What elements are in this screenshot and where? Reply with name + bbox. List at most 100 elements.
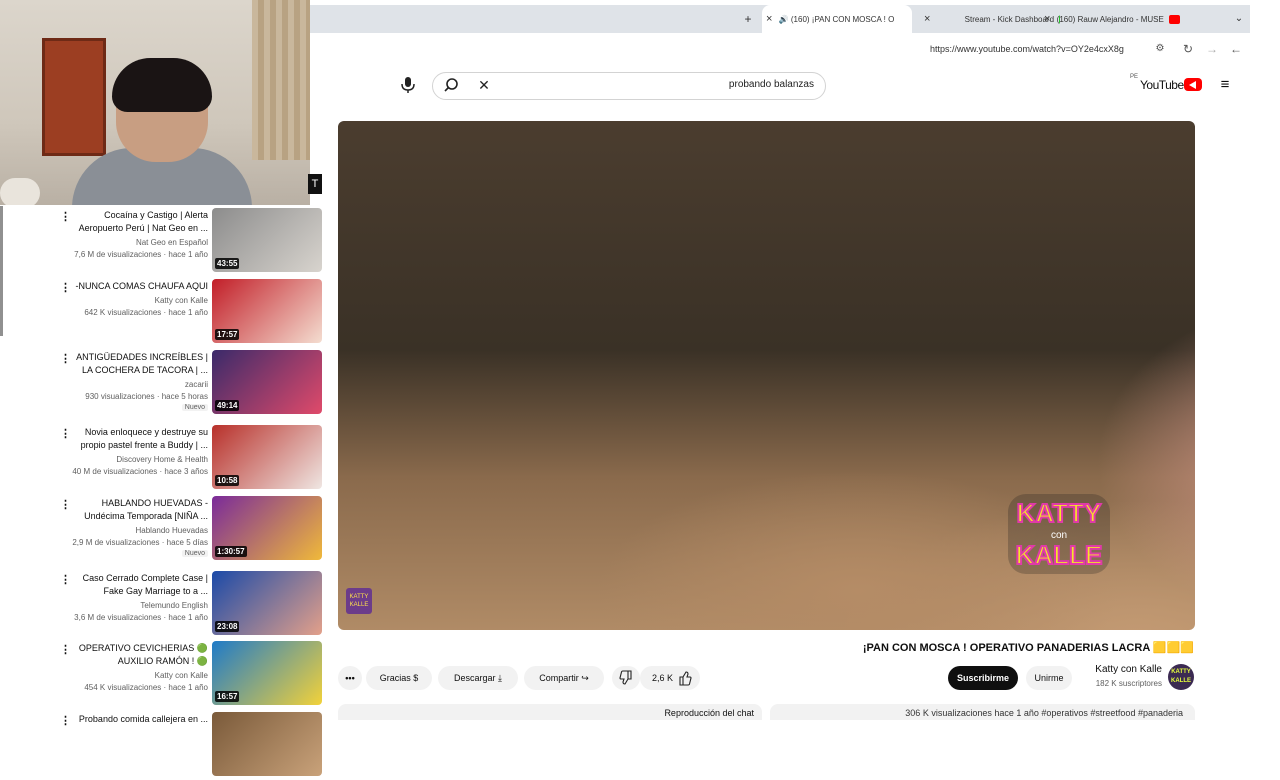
thumbs-up-icon <box>678 666 692 699</box>
download-label: Descargar <box>453 673 496 683</box>
share-label: Compartir <box>539 673 579 683</box>
recommendation-title[interactable]: ANTIGÜEDADES INCREÍBLES | LA COCHERA DE … <box>70 351 208 377</box>
recommendation-title[interactable]: Cocaína y Castigo | Alerta Aeropuerto Pe… <box>70 209 208 235</box>
super-thanks-icon: $ <box>413 673 419 683</box>
video-thumbnail[interactable]: 43:55 <box>212 208 322 272</box>
tab-label: Stream - Kick Dashboard <box>964 15 1055 24</box>
tab-close-icon[interactable]: × <box>766 5 772 33</box>
kick-favicon-icon <box>1059 15 1060 25</box>
recommendation-item[interactable]: 49:14 ⋮ ANTIGÜEDADES INCREÍBLES | LA COCHE… <box>50 350 322 418</box>
hamburger-menu-icon[interactable]: ≡ <box>1216 76 1234 94</box>
recommendation-title[interactable]: OPERATIVO CEVICHERIAS 🟢 AUXILIO RAMÓN ! … <box>70 642 208 668</box>
more-options-icon[interactable]: ⋮ <box>60 498 71 512</box>
recommendation-meta: 2,9 M de visualizaciones · hace 5 días <box>72 538 208 547</box>
tab-rauw[interactable]: × (160) Rauw Alejandro - MUSE <box>1040 5 1220 33</box>
join-button[interactable]: Unirme <box>1026 666 1072 690</box>
video-title: ¡PAN CON MOSCA ! OPERATIVO PANADERIAS LA… <box>862 642 1194 654</box>
like-button[interactable]: 2,6 K <box>640 666 700 690</box>
pet <box>0 178 40 205</box>
recommendation-item[interactable]: ⋮ Probando comida callejera en ... <box>50 712 322 780</box>
more-options-icon[interactable]: ⋮ <box>60 352 71 366</box>
recommendation-meta: 3,6 M de visualizaciones · hace 1 año <box>74 613 208 622</box>
recommendation-meta: 454 K visualizaciones · hace 1 año <box>84 683 208 692</box>
subscribe-button[interactable]: Suscribirme <box>948 666 1018 690</box>
new-tab-button[interactable]: + <box>738 5 758 33</box>
thumbs-down-icon <box>619 670 633 692</box>
small-channel-logo: KATTY KALLE <box>346 588 372 614</box>
more-options-icon[interactable]: ⋮ <box>60 281 71 295</box>
youtube-logo-icon[interactable] <box>1184 78 1202 91</box>
more-options-icon[interactable]: ⋮ <box>60 427 71 441</box>
recommendation-channel[interactable]: Discovery Home & Health <box>70 455 208 464</box>
recommendation-title[interactable]: Novia enloquece y destruye su propio pas… <box>70 426 208 452</box>
duration-badge: 16:57 <box>215 691 240 702</box>
duration-badge: 43:55 <box>215 258 240 269</box>
audio-icon: 🔊 <box>778 15 789 24</box>
side-tab[interactable]: T <box>308 174 322 194</box>
recommendation-item[interactable]: 16:57 ⋮ OPERATIVO CEVICHERIAS 🟢 AUXILIO RA… <box>50 641 322 709</box>
mic-icon[interactable] <box>398 74 418 96</box>
recommendation-title[interactable]: HABLANDO HUEVADAS - Undécima Temporada [… <box>70 497 208 523</box>
video-thumbnail[interactable]: 49:14 <box>212 350 322 414</box>
curtain <box>252 0 310 160</box>
more-options-icon[interactable]: ⋮ <box>60 714 71 728</box>
recommendation-item[interactable]: 10:58 ⋮ Novia enloquece y destruye su prop… <box>50 425 322 493</box>
recommendation-channel[interactable]: Hablando Huevadas <box>70 526 209 535</box>
recommendation-title[interactable]: -NUNCA COMAS CHAUFA AQUI <box>70 280 208 293</box>
tab-label: (160) Rauw Alejandro - MUSE <box>1056 15 1164 24</box>
description-box[interactable]: 306 K visualizaciones hace 1 año #operat… <box>770 704 1195 720</box>
search-icon[interactable] <box>442 74 464 96</box>
channel-watermark-logo: KATTY con KALLE <box>1004 488 1114 580</box>
more-options-icon[interactable]: ⋮ <box>60 573 71 587</box>
more-actions-button[interactable]: ••• <box>338 666 362 690</box>
recommendation-title[interactable]: Caso Cerrado Complete Case | Fake Gay Ma… <box>70 572 208 598</box>
back-icon[interactable]: ← <box>1228 40 1244 58</box>
share-button[interactable]: Compartir ↪ <box>524 666 604 690</box>
left-edge-bar <box>0 206 3 336</box>
recommendation-item[interactable]: 23:08 ⋮ Caso Cerrado Complete Case | Fake … <box>50 571 322 639</box>
subscriber-count: 182 K suscriptores <box>1095 679 1162 688</box>
thanks-label: Gracias <box>379 673 411 683</box>
recommendation-channel[interactable]: Telemundo English <box>70 601 208 610</box>
forward-icon[interactable]: → <box>1204 40 1220 58</box>
video-thumbnail[interactable] <box>212 712 322 776</box>
channel-avatar[interactable]: KATTY KALLE <box>1168 664 1194 690</box>
recommendation-item[interactable]: 17:57 ⋮ -NUNCA COMAS CHAUFA AQUI Katty con … <box>50 279 322 347</box>
youtube-logo-text[interactable]: YouTube <box>1140 76 1184 94</box>
tab-close-icon[interactable]: × <box>924 5 930 33</box>
clear-search-icon[interactable]: ✕ <box>474 74 494 96</box>
recommendation-channel[interactable]: Katty con Kalle <box>70 671 208 680</box>
more-options-icon[interactable]: ⋮ <box>60 210 71 224</box>
duration-badge: 10:58 <box>215 475 240 486</box>
video-thumbnail[interactable]: 10:58 <box>212 425 322 489</box>
reload-icon[interactable]: ↻ <box>1180 40 1196 58</box>
recommendation-channel[interactable]: Nat Geo en Español <box>70 238 208 247</box>
dislike-button[interactable] <box>612 666 640 690</box>
search-input[interactable]: probando balanzas <box>560 72 814 98</box>
video-thumbnail[interactable]: 23:08 <box>212 571 322 635</box>
new-badge: Nuevo <box>181 404 208 411</box>
download-icon: ⤓ <box>498 673 502 683</box>
recommendation-channel[interactable]: zacarii <box>70 380 208 389</box>
new-badge: Nuevo <box>181 550 208 557</box>
recommendation-meta: 930 visualizaciones · hace 5 horas <box>85 392 208 401</box>
site-settings-icon[interactable]: ⚙ <box>1152 40 1168 58</box>
video-thumbnail[interactable]: 1:30:57 <box>212 496 322 560</box>
svg-text:KALLE: KALLE <box>1016 540 1103 570</box>
youtube-favicon-icon <box>1169 15 1181 25</box>
video-thumbnail[interactable]: 16:57 <box>212 641 322 705</box>
thanks-button[interactable]: Gracias $ <box>366 666 432 690</box>
recommendation-item[interactable]: 1:30:57 ⋮ HABLANDO HUEVADAS - Undécima Tem… <box>50 496 322 564</box>
tab-active[interactable]: × 🔊 (160) ¡PAN CON MOSCA ! O <box>762 5 912 33</box>
tab-label: (160) ¡PAN CON MOSCA ! O <box>790 15 895 24</box>
chat-replay-button[interactable]: Reproducción del chat <box>338 704 762 720</box>
download-button[interactable]: Descargar ⤓ <box>438 666 518 690</box>
channel-name[interactable]: Katty con Kalle <box>1070 664 1162 678</box>
video-thumbnail[interactable]: 17:57 <box>212 279 322 343</box>
url-text[interactable]: https://www.youtube.com/watch?v=OY2e4cxX… <box>930 40 1145 58</box>
more-options-icon[interactable]: ⋮ <box>60 643 71 657</box>
recommendation-channel[interactable]: Katty con Kalle <box>70 296 208 305</box>
tab-kick[interactable]: × Stream - Kick Dashboard <box>920 5 1060 33</box>
recommendation-item[interactable]: 43:55 ⋮ Cocaína y Castigo | Alerta Aeropue… <box>50 208 322 276</box>
tab-search-button[interactable]: ⌄ <box>1228 5 1250 33</box>
